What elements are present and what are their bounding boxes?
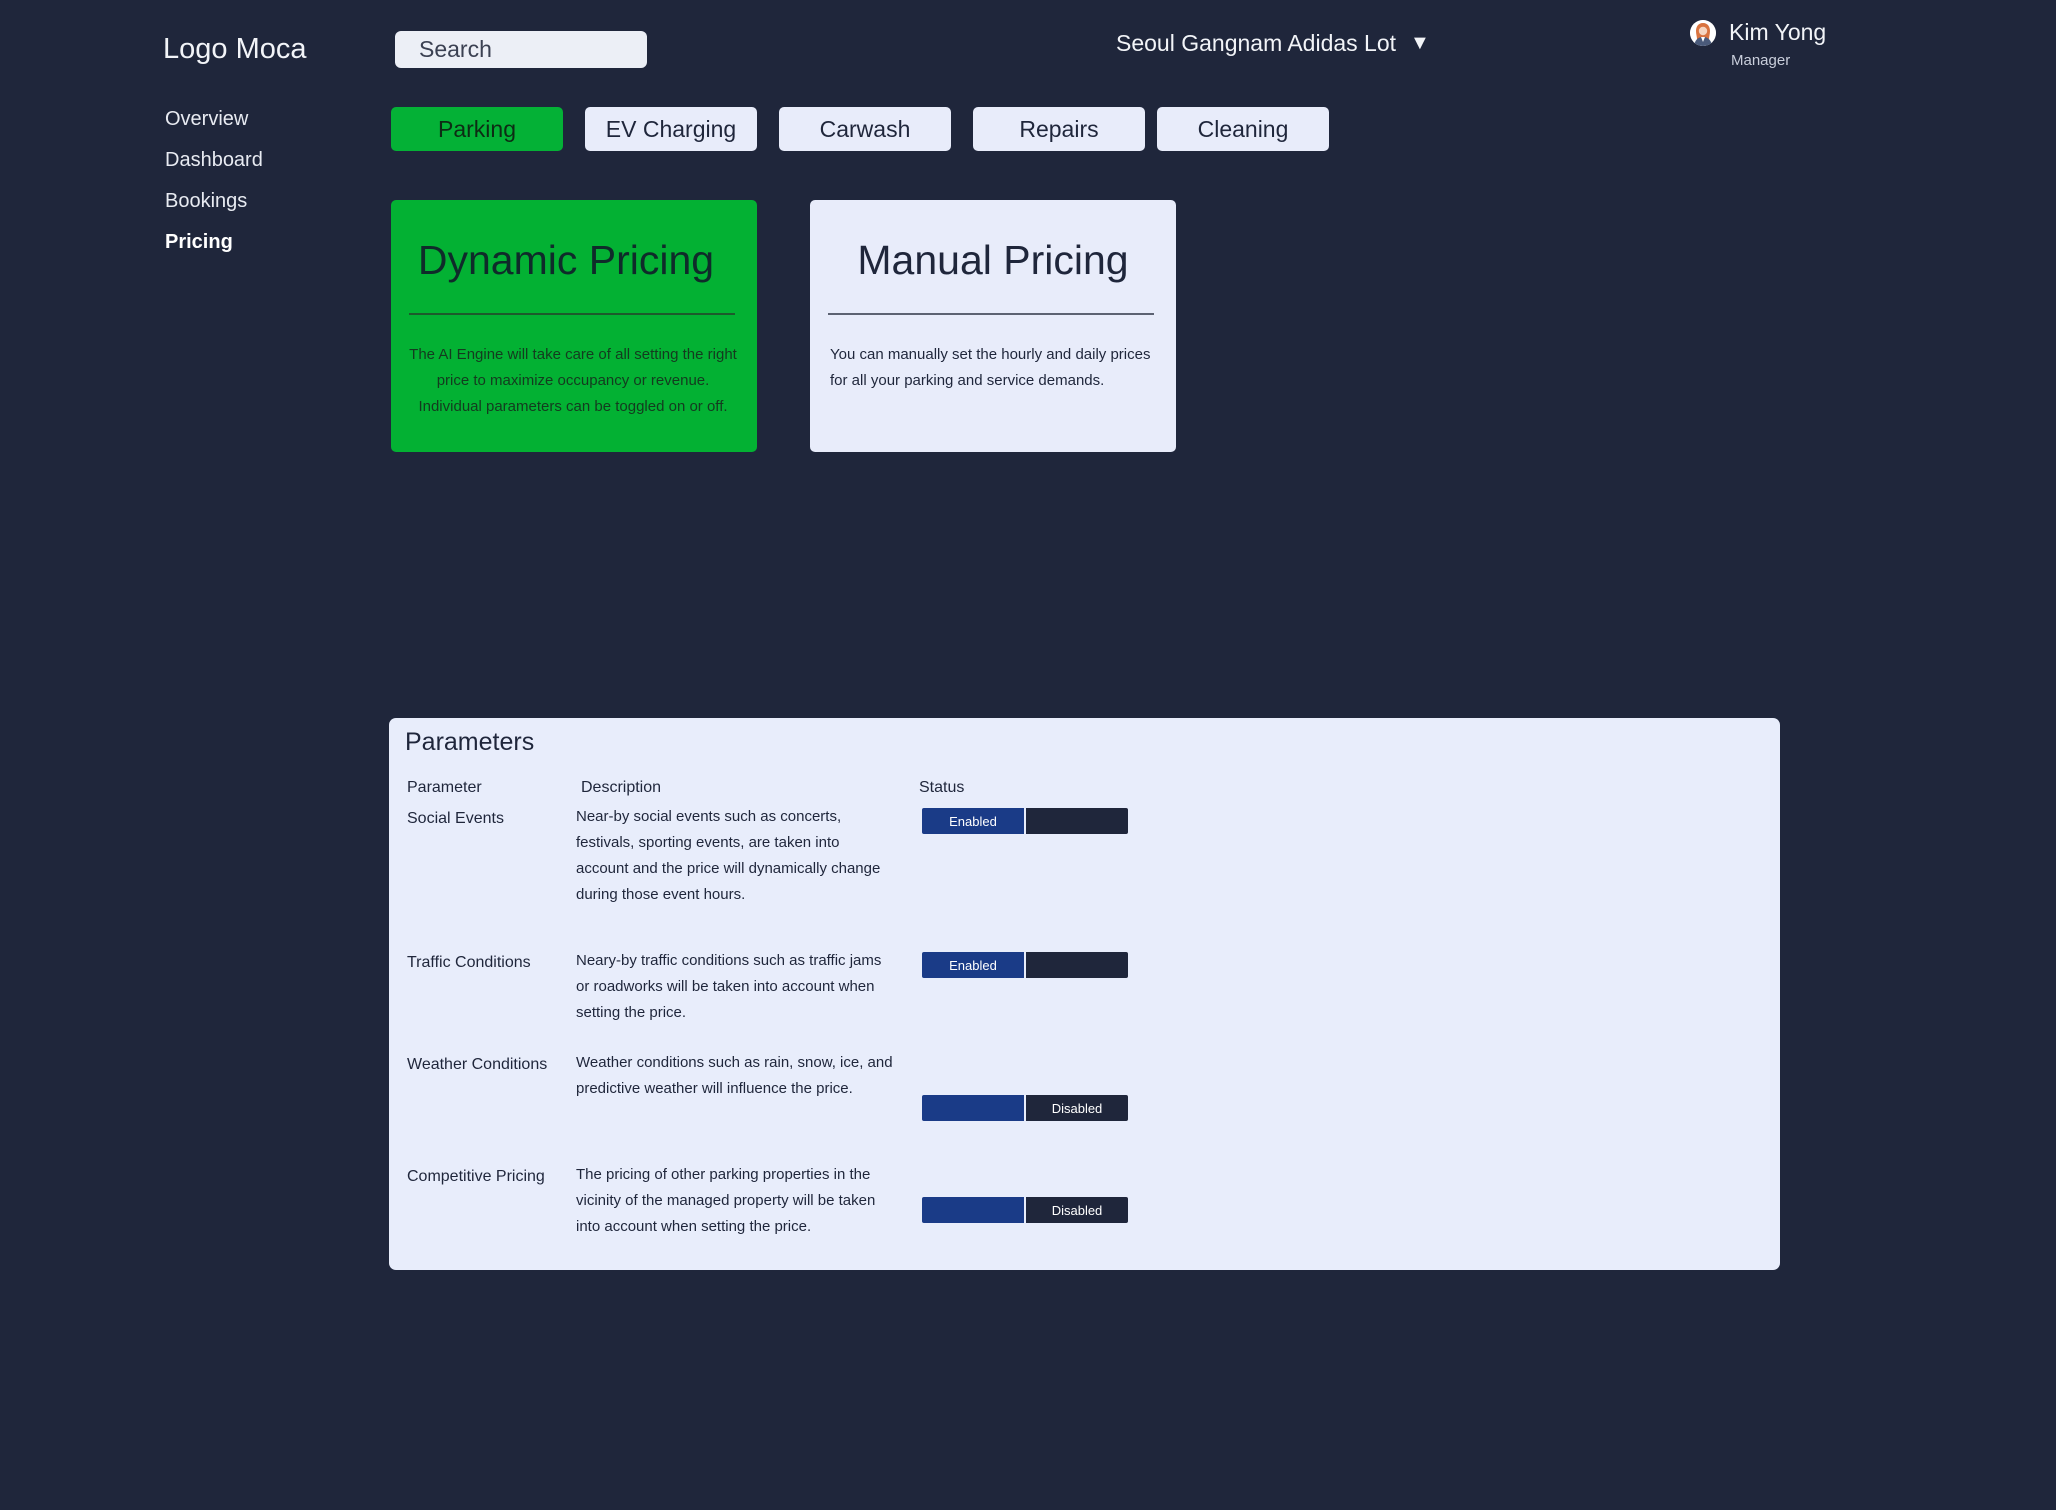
dynamic-pricing-description: The AI Engine will take care of all sett…	[409, 346, 737, 415]
parameter-description: Near-by social events such as concerts, …	[576, 808, 881, 903]
tab-cleaning[interactable]: Cleaning	[1157, 107, 1329, 151]
tab-parking[interactable]: Parking	[391, 107, 563, 151]
toggle-disabled-segment[interactable]: Disabled	[1026, 1197, 1128, 1223]
logo: Logo Moca	[163, 33, 307, 65]
status-toggle-weather-conditions[interactable]: Disabled	[922, 1095, 1128, 1121]
parameter-name: Social Events	[407, 810, 504, 827]
toggle-enabled-segment[interactable]	[922, 1095, 1024, 1121]
status-toggle-traffic-conditions[interactable]: Enabled	[922, 952, 1128, 978]
location-dropdown[interactable]: Seoul Gangnam Adidas Lot ▼	[1116, 30, 1430, 57]
status-toggle-competitive-pricing[interactable]: Disabled	[922, 1197, 1128, 1223]
parameter-description: Neary-by traffic conditions such as traf…	[576, 952, 882, 1021]
column-header-status: Status	[919, 779, 965, 796]
status-toggle-social-events[interactable]: Enabled	[922, 808, 1128, 834]
dynamic-pricing-card[interactable]: Dynamic Pricing The AI Engine will take …	[391, 200, 757, 452]
tab-carwash[interactable]: Carwash	[779, 107, 951, 151]
toggle-disabled-segment[interactable]	[1026, 808, 1128, 834]
user-avatar-icon	[1690, 20, 1716, 46]
parameter-description: Weather conditions such as rain, snow, i…	[576, 1054, 893, 1097]
sidebar-nav: Overview Dashboard Bookings Pricing	[165, 108, 263, 272]
location-selected-label: Seoul Gangnam Adidas Lot	[1116, 30, 1397, 56]
card-divider	[828, 313, 1154, 315]
manual-pricing-description: You can manually set the hourly and dail…	[830, 346, 1151, 389]
toggle-enabled-segment[interactable]: Enabled	[922, 952, 1024, 978]
caret-down-icon: ▼	[1410, 32, 1430, 54]
app-window: Logo Moca Overview Dashboard Bookings Pr…	[0, 0, 2056, 1510]
user-role: Manager	[1731, 52, 1791, 69]
tab-ev-charging[interactable]: EV Charging	[585, 107, 757, 151]
user-name: Kim Yong	[1729, 19, 1827, 45]
parameters-panel: Parameters Parameter Description Status …	[389, 718, 1780, 1270]
sidebar-item-bookings[interactable]: Bookings	[165, 190, 263, 231]
toggle-disabled-segment[interactable]	[1026, 952, 1128, 978]
parameter-description: The pricing of other parking properties …	[576, 1166, 876, 1235]
toggle-disabled-segment[interactable]: Disabled	[1026, 1095, 1128, 1121]
parameter-name: Weather Conditions	[407, 1056, 548, 1073]
sidebar-item-overview[interactable]: Overview	[165, 108, 263, 149]
parameter-name: Traffic Conditions	[407, 954, 531, 971]
tab-repairs[interactable]: Repairs	[973, 107, 1145, 151]
column-header-description: Description	[581, 779, 662, 796]
column-header-parameter: Parameter	[407, 779, 482, 796]
parameters-title: Parameters	[405, 728, 535, 756]
toggle-enabled-segment[interactable]	[922, 1197, 1024, 1223]
toggle-enabled-segment[interactable]: Enabled	[922, 808, 1024, 834]
parameter-name: Competitive Pricing	[407, 1168, 545, 1185]
dynamic-pricing-title: Dynamic Pricing	[417, 237, 715, 283]
manual-pricing-title: Manual Pricing	[857, 237, 1129, 283]
search-input[interactable]	[395, 31, 647, 68]
manual-pricing-card[interactable]: Manual Pricing You can manually set the …	[810, 200, 1176, 452]
card-divider	[409, 313, 735, 315]
sidebar-item-pricing[interactable]: Pricing	[165, 231, 263, 272]
sidebar-item-dashboard[interactable]: Dashboard	[165, 149, 263, 190]
